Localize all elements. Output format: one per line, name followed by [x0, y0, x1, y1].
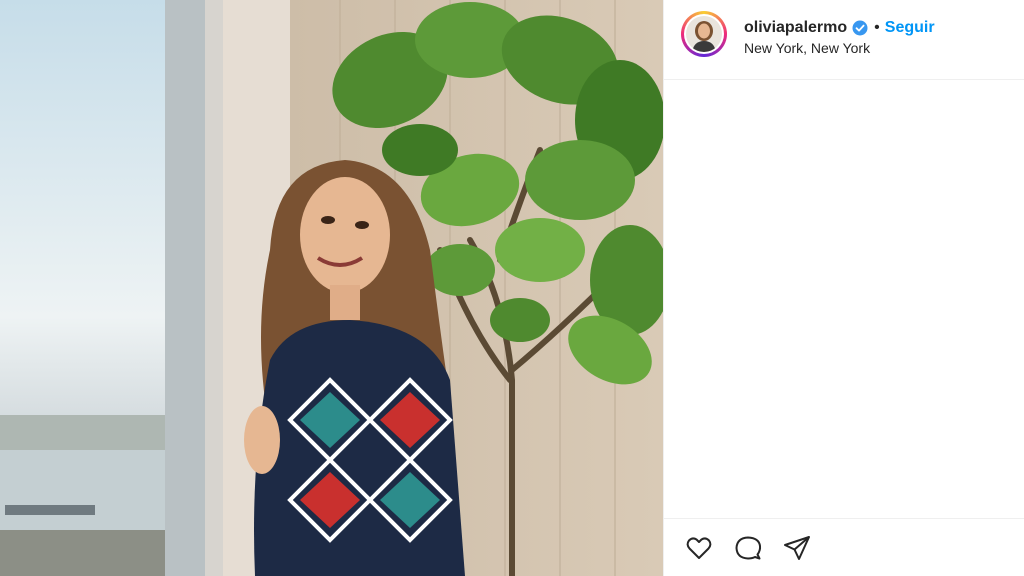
like-icon[interactable]	[684, 533, 714, 563]
username[interactable]: oliviapalermo	[744, 19, 847, 37]
separator-dot: •	[874, 19, 880, 36]
action-bar	[664, 518, 1024, 576]
post-image	[0, 0, 663, 576]
verified-badge-icon	[852, 20, 868, 36]
post-header: oliviapalermo • Seguir New York, New Yor…	[664, 0, 1024, 80]
user-line: oliviapalermo • Seguir	[744, 18, 935, 38]
location-link[interactable]: New York, New York	[744, 40, 870, 56]
avatar-image	[686, 16, 722, 52]
follow-button[interactable]: Seguir	[885, 19, 935, 37]
avatar[interactable]	[684, 14, 724, 54]
story-ring[interactable]	[681, 11, 727, 57]
post-side-panel: oliviapalermo • Seguir New York, New Yor…	[663, 0, 1024, 576]
comment-icon[interactable]	[733, 533, 763, 563]
comments-area	[664, 80, 1024, 518]
post-photo[interactable]	[0, 0, 663, 576]
share-icon[interactable]	[782, 533, 812, 563]
